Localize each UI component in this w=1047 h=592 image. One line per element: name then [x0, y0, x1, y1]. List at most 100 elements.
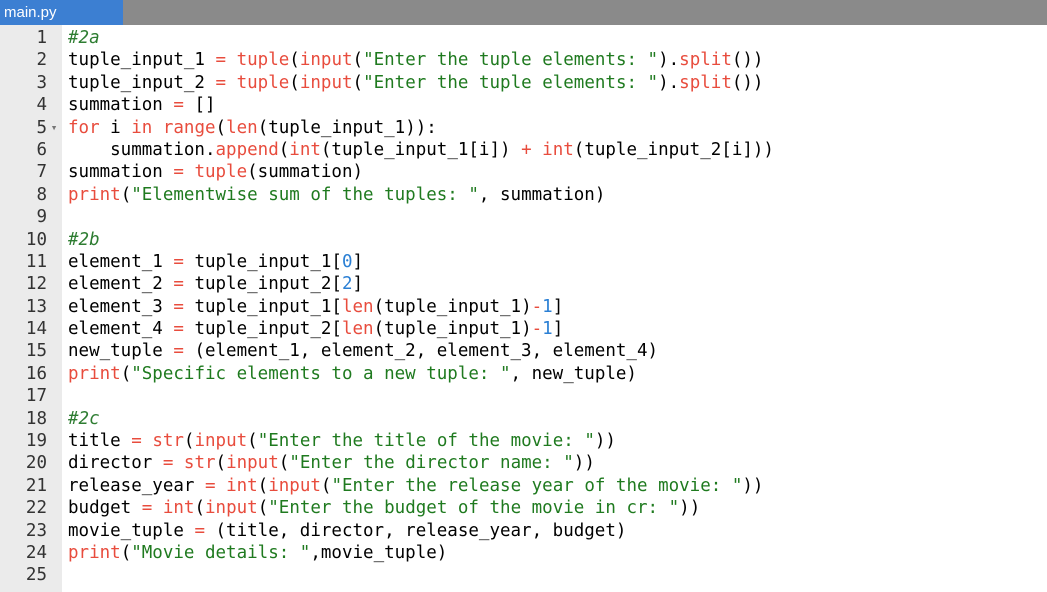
code-token: (title, director, release_year, budget)	[204, 520, 627, 541]
code-token: input	[226, 453, 279, 474]
line-number: 2	[36, 50, 47, 71]
code-token: input	[205, 498, 258, 519]
code-token: =	[194, 520, 205, 541]
code-text: element_1 = tuple_input_1[0]	[68, 251, 363, 273]
code-token: str	[183, 453, 216, 474]
code-token: =	[215, 72, 227, 93]
code-token: (	[320, 475, 332, 496]
code-token: print	[68, 363, 121, 384]
code-token: len	[341, 319, 374, 340]
code-token: len	[226, 117, 258, 138]
code-text: movie_tuple = (title, director, release_…	[68, 520, 626, 542]
code-text: summation = []	[68, 94, 216, 116]
line-number: 8	[36, 184, 47, 205]
line-number: 4	[36, 95, 47, 116]
code-token: tuple_input_2[	[183, 274, 342, 295]
code-token: len	[341, 296, 374, 317]
line-number: 11	[25, 251, 47, 272]
line-number: 22	[25, 498, 47, 519]
code-text: release_year = int(input("Enter the rele…	[68, 475, 763, 497]
code-token: element_4	[68, 319, 174, 340]
code-token: append	[215, 139, 279, 160]
code-text: element_2 = tuple_input_2[2]	[68, 273, 363, 295]
code-token: for	[68, 117, 100, 138]
code-token: 0	[341, 251, 353, 272]
code-token: tuple_input_1	[68, 50, 216, 71]
fold-arrow-icon[interactable]: ▾	[49, 117, 59, 139]
code-text: new_tuple = (element_1, element_2, eleme…	[68, 340, 658, 362]
code-token: =	[141, 498, 153, 519]
code-token: ))	[679, 498, 701, 519]
code-token: element_2	[68, 274, 174, 295]
code-text: budget = int(input("Enter the budget of …	[68, 497, 700, 519]
line-number: 5	[36, 117, 47, 138]
code-token: (	[257, 475, 269, 496]
code-token: str	[152, 431, 184, 452]
line-number: 20	[25, 453, 47, 474]
code-token: input	[268, 475, 321, 496]
code-token: element_1	[68, 251, 174, 272]
code-token: in	[131, 117, 153, 138]
code-token: (	[278, 453, 290, 474]
code-token: =	[173, 319, 184, 340]
line-number: 9	[36, 207, 47, 228]
code-token: director	[68, 453, 163, 474]
code-token: "Elementwise sum of the tuples: "	[131, 184, 479, 205]
code-text: print("Movie details: ",movie_tuple)	[68, 542, 447, 564]
code-text: summation = tuple(summation)	[68, 161, 363, 183]
code-text: element_4 = tuple_input_2[len(tuple_inpu…	[68, 318, 563, 340]
code-token: input	[299, 50, 353, 71]
code-editor[interactable]: 1 #2a 2 tuple_input_1 = tuple(input("Enter …	[0, 25, 1047, 592]
code-token: #2a	[68, 28, 100, 48]
code-text: print("Elementwise sum of the tuples: ",…	[68, 184, 605, 206]
line-number: 13	[25, 296, 47, 317]
code-token: (	[289, 72, 300, 93]
code-token: =	[215, 50, 227, 71]
line-number: 24	[25, 542, 47, 563]
tab-main-py[interactable]: main.py	[0, 0, 123, 25]
code-token: (element_1, element_2, element_3, elemen…	[183, 341, 659, 362]
code-token: ]	[552, 319, 564, 340]
code-token: 1	[542, 296, 553, 317]
code-token: "Enter the release year of the movie: "	[331, 475, 743, 496]
tab-bar: main.py	[0, 0, 1047, 25]
code-text: for i in range(len(tuple_input_1)):	[68, 117, 437, 139]
code-token: (	[289, 50, 300, 71]
code-token: =	[173, 274, 184, 295]
code-token: -	[531, 296, 543, 317]
code-token: (tuple_input_1)):	[257, 117, 437, 138]
code-token: , new_tuple)	[510, 363, 637, 384]
code-token: budget	[68, 498, 142, 519]
line-number: 19	[25, 431, 47, 452]
code-token: summation	[68, 95, 174, 116]
code-token: =	[173, 162, 184, 183]
line-number: 21	[25, 475, 47, 496]
code-token: int	[226, 475, 258, 496]
code-text: tuple_input_1 = tuple(input("Enter the t…	[68, 49, 763, 71]
code-token: ]	[352, 251, 364, 272]
code-token: (	[352, 72, 364, 93]
code-text: summation.append(int(tuple_input_1[i]) +…	[68, 139, 774, 161]
code-text: #2a	[68, 27, 100, 49]
code-token: element_3	[68, 296, 174, 317]
code-token: "Enter the tuple elements: "	[363, 50, 659, 71]
code-token: =	[173, 251, 184, 272]
code-token: (tuple_input_1[i])	[320, 139, 522, 160]
code-token: #2b	[68, 229, 100, 250]
code-token: print	[68, 184, 121, 205]
code-token: ())	[731, 50, 764, 71]
code-token: int	[542, 139, 574, 160]
code-token: i	[99, 117, 132, 138]
code-token: ]	[352, 274, 364, 295]
code-token: tuple_input_1[	[183, 296, 342, 317]
code-token: (	[120, 363, 132, 384]
code-token: =	[131, 431, 142, 452]
code-token: release_year	[68, 475, 205, 496]
code-token: tuple	[236, 50, 290, 71]
code-token: (	[215, 453, 227, 474]
